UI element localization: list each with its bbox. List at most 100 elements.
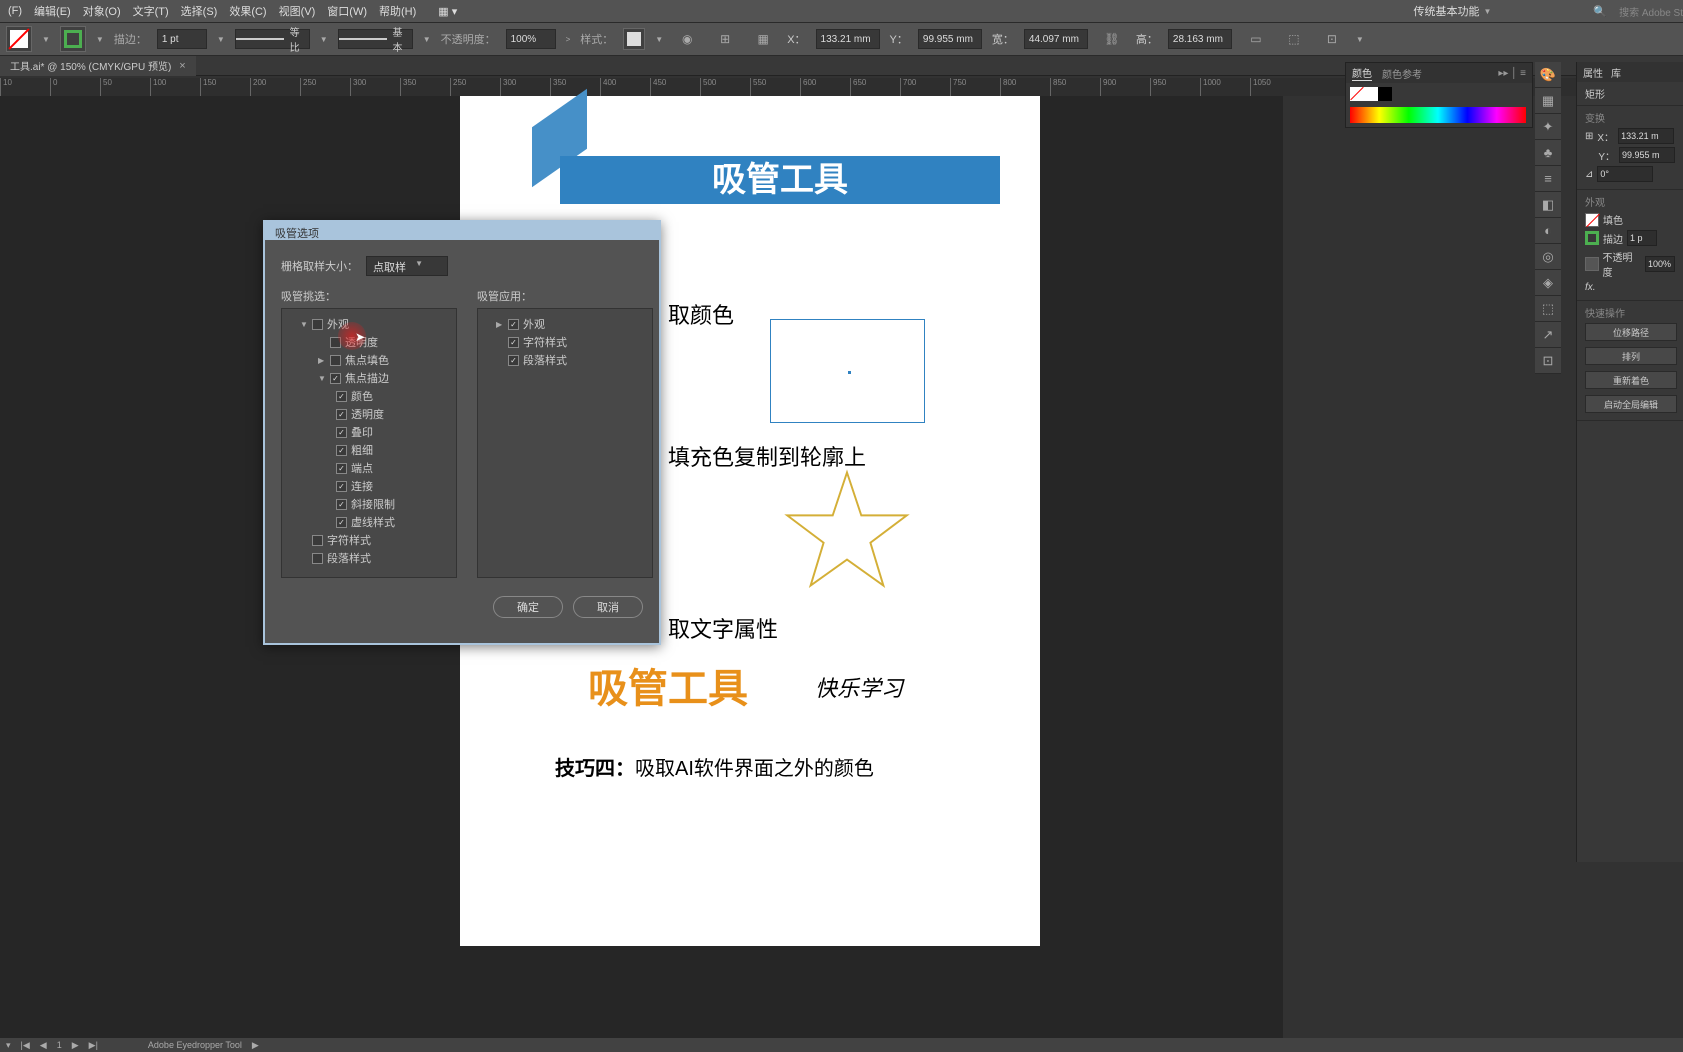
expand-icon[interactable]: ▶: [252, 1040, 259, 1051]
chevron-down-icon[interactable]: ▼: [320, 35, 328, 44]
tree-item-transp2[interactable]: 透明度: [288, 405, 450, 423]
chevron-down-icon[interactable]: ▼: [1356, 35, 1364, 44]
tree-item-appearance[interactable]: ▼外观: [288, 315, 450, 333]
spectrum-bar[interactable]: [1350, 107, 1526, 123]
recolor-icon[interactable]: ◉: [673, 28, 701, 50]
shape-props-icon[interactable]: ▭: [1242, 28, 1270, 50]
offset-path-button[interactable]: 位移路径: [1585, 323, 1677, 341]
workspace-selector[interactable]: 传统基本功能: [1413, 3, 1479, 19]
link-icon[interactable]: ⛓: [1098, 28, 1126, 50]
brush-dropdown[interactable]: 基本: [338, 29, 413, 49]
stroke-profile-dropdown[interactable]: 等比: [235, 29, 310, 49]
graphic-style-swatch[interactable]: [623, 28, 645, 50]
chevron-down-icon[interactable]: >: [566, 35, 571, 44]
menu-type[interactable]: 文字(T): [133, 3, 169, 19]
white-swatch[interactable]: [1364, 87, 1378, 101]
y-field[interactable]: [1619, 147, 1675, 163]
page-number[interactable]: 1: [57, 1040, 62, 1050]
opacity-swatch-small[interactable]: [1585, 257, 1599, 271]
menu-file[interactable]: (F): [8, 5, 22, 17]
nav-prev-icon[interactable]: ◀: [40, 1040, 47, 1051]
selected-rectangle[interactable]: [770, 319, 925, 423]
graphic-styles-icon[interactable]: ◈: [1535, 270, 1561, 296]
nav-next-icon[interactable]: ▶: [72, 1040, 79, 1051]
chevron-down-icon[interactable]: ▼: [655, 35, 663, 44]
cancel-button[interactable]: 取消: [573, 596, 643, 618]
chevron-down-icon[interactable]: ▼: [217, 35, 225, 44]
tree-item-char2[interactable]: 字符样式: [484, 333, 646, 351]
tab-libraries[interactable]: 库: [1611, 65, 1621, 80]
chevron-down-icon[interactable]: ▼: [96, 35, 104, 44]
tree-item-join[interactable]: 连接: [288, 477, 450, 495]
swatches-icon[interactable]: ▦: [1535, 88, 1561, 114]
edit-icon[interactable]: ⊡: [1318, 28, 1346, 50]
close-icon[interactable]: ×: [179, 60, 185, 72]
appearance-icon[interactable]: ◎: [1535, 244, 1561, 270]
align-icon[interactable]: ⊞: [711, 28, 739, 50]
chevron-down-icon[interactable]: ▼: [423, 35, 431, 44]
brush-icon[interactable]: ✦: [1535, 114, 1561, 140]
collapse-icon[interactable]: ▸▸ │ ≡: [1498, 68, 1526, 79]
gradient-icon[interactable]: ◧: [1535, 192, 1561, 218]
tree-item-focal-stroke[interactable]: ▼焦点描边: [288, 369, 450, 387]
symbols-icon[interactable]: ♣: [1535, 140, 1561, 166]
h-input[interactable]: [1168, 29, 1232, 49]
rotate-field[interactable]: [1597, 166, 1653, 182]
menu-object[interactable]: 对象(O): [83, 3, 121, 19]
tree-item-dash[interactable]: 虚线样式: [288, 513, 450, 531]
nav-last-icon[interactable]: ▶|: [89, 1040, 98, 1051]
tab-properties[interactable]: 属性: [1583, 65, 1603, 80]
x-field[interactable]: [1618, 128, 1674, 144]
stroke-weight-input[interactable]: [157, 29, 207, 49]
stroke-icon[interactable]: ≡: [1535, 166, 1561, 192]
fill-swatch[interactable]: [6, 26, 32, 52]
tree-item-para[interactable]: 段落样式: [288, 549, 450, 567]
arrange-button[interactable]: 排列: [1585, 347, 1677, 365]
menu-window[interactable]: 窗口(W): [327, 3, 367, 19]
asset-export-icon[interactable]: ↗: [1535, 322, 1561, 348]
tree-item-color[interactable]: 颜色: [288, 387, 450, 405]
tree-item-miter[interactable]: 斜接限制: [288, 495, 450, 513]
opacity-input[interactable]: [506, 29, 556, 49]
stroke-field[interactable]: [1627, 230, 1657, 246]
arrange-docs-icon[interactable]: ▦ ▾: [438, 5, 457, 18]
fill-swatch-small[interactable]: [1585, 213, 1599, 227]
menu-select[interactable]: 选择(S): [181, 3, 218, 19]
tree-item-cap[interactable]: 端点: [288, 459, 450, 477]
menu-help[interactable]: 帮助(H): [379, 3, 416, 19]
opacity-field[interactable]: [1645, 256, 1675, 272]
fx-label[interactable]: fx.: [1585, 282, 1596, 293]
menu-effect[interactable]: 效果(C): [229, 3, 266, 19]
artboards-icon[interactable]: ⊡: [1535, 348, 1561, 374]
rotate-icon[interactable]: ⊿: [1585, 169, 1593, 180]
transparency-icon[interactable]: ◐: [1535, 218, 1561, 244]
nav-first-icon[interactable]: |◀: [21, 1040, 30, 1051]
global-edit-button[interactable]: 启动全局编辑: [1585, 395, 1677, 413]
menu-edit[interactable]: 编辑(E): [34, 3, 71, 19]
tree-item-overprint[interactable]: 叠印: [288, 423, 450, 441]
menu-view[interactable]: 视图(V): [279, 3, 316, 19]
chevron-down-icon[interactable]: ▼: [42, 35, 50, 44]
ref-point-icon[interactable]: ⊞: [1585, 131, 1593, 142]
tree-item-char[interactable]: 字符样式: [288, 531, 450, 549]
transform-icon[interactable]: ▦: [749, 28, 777, 50]
ok-button[interactable]: 确定: [493, 596, 563, 618]
recolor-button[interactable]: 重新着色: [1585, 371, 1677, 389]
isolate-icon[interactable]: ⬚: [1280, 28, 1308, 50]
x-input[interactable]: [816, 29, 880, 49]
zoom-chevron[interactable]: ▾: [6, 1040, 11, 1051]
tree-item-appearance2[interactable]: ▶外观: [484, 315, 646, 333]
document-tab[interactable]: 工具.ai* @ 150% (CMYK/GPU 预览) ×: [0, 56, 196, 76]
stroke-swatch-small[interactable]: [1585, 231, 1599, 245]
search-icon[interactable]: 🔍: [1593, 5, 1607, 18]
w-input[interactable]: [1024, 29, 1088, 49]
tab-color-guide[interactable]: 颜色参考: [1382, 66, 1422, 81]
tree-item-weight[interactable]: 粗细: [288, 441, 450, 459]
color-icon[interactable]: 🎨: [1535, 62, 1561, 88]
black-swatch[interactable]: [1378, 87, 1392, 101]
layers-icon[interactable]: ⬚: [1535, 296, 1561, 322]
tree-item-transparency[interactable]: 透明度: [288, 333, 450, 351]
tab-color[interactable]: 颜色: [1352, 65, 1372, 81]
stroke-swatch[interactable]: [60, 26, 86, 52]
y-input[interactable]: [918, 29, 982, 49]
